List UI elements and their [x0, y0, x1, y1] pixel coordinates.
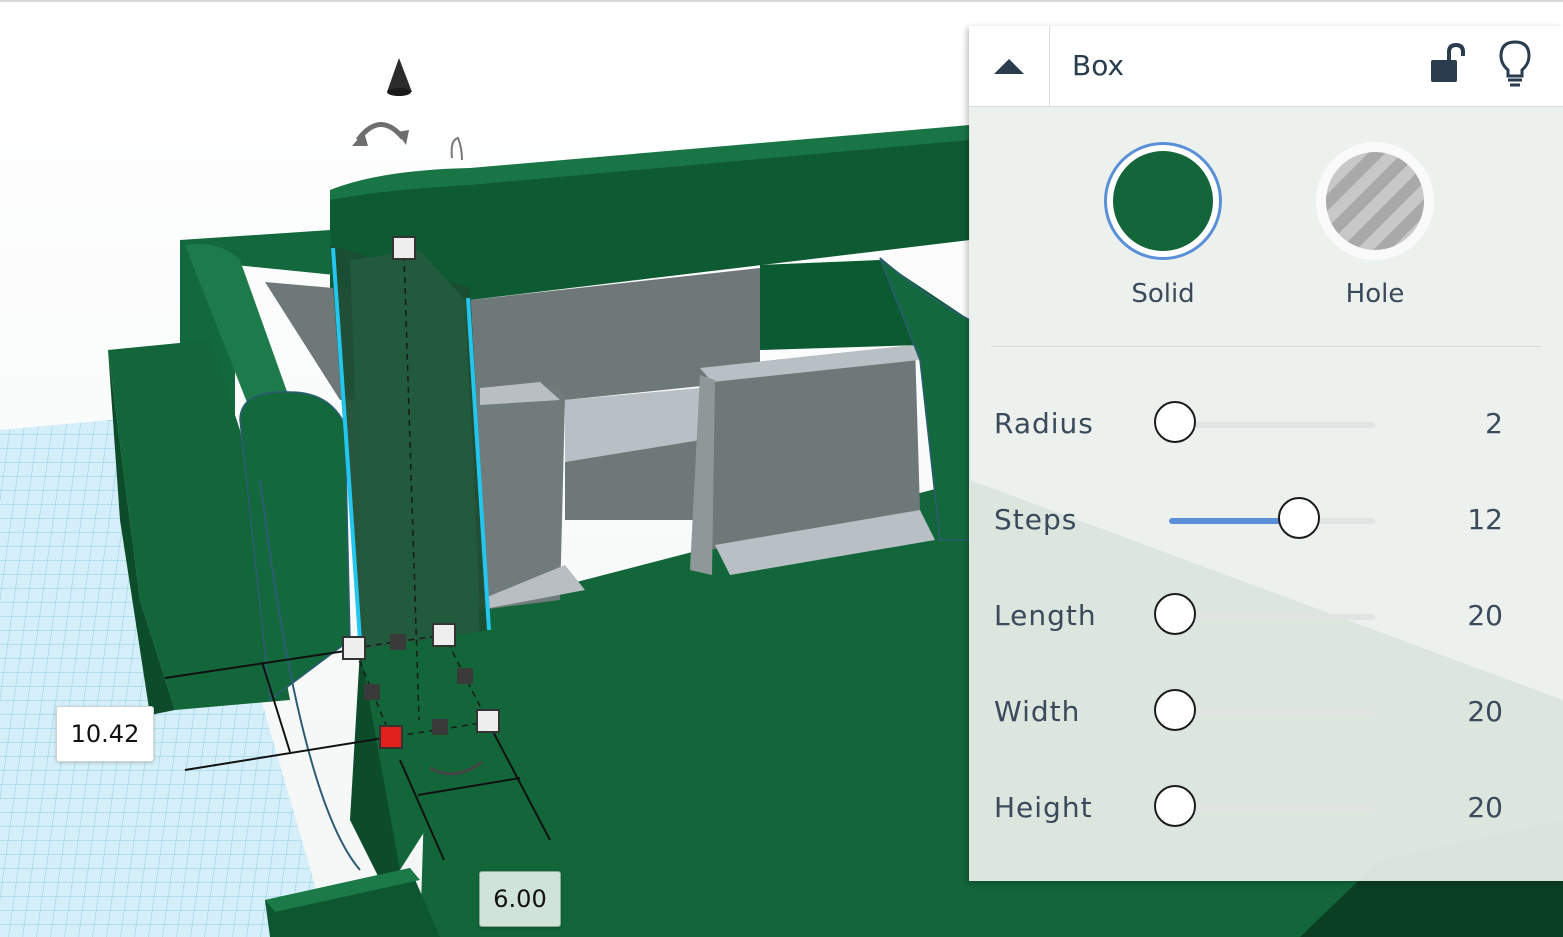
steps-slider-thumb[interactable] [1277, 497, 1320, 539]
length-slider[interactable] [1169, 614, 1375, 620]
collapse-button[interactable] [969, 26, 1050, 106]
param-row-height: Height 20 [969, 778, 1563, 838]
solid-label: Solid [1131, 279, 1195, 309]
radius-slider[interactable] [1169, 422, 1375, 428]
dimension-input-bottom[interactable]: 6.00 [479, 871, 561, 927]
width-slider-thumb[interactable] [1154, 689, 1196, 731]
radius-slider-thumb[interactable] [1154, 401, 1196, 443]
height-slider[interactable] [1169, 806, 1375, 812]
lock-button[interactable] [1427, 42, 1467, 86]
height-slider-thumb[interactable] [1154, 785, 1196, 827]
param-value-input[interactable]: 20 [1467, 586, 1503, 646]
param-label: Height [994, 791, 1093, 824]
corner-handle [432, 623, 456, 647]
param-row-steps: Steps 12 [969, 490, 1563, 550]
divider [991, 346, 1541, 347]
active-corner-handle [379, 725, 403, 749]
solid-color-swatch [1113, 151, 1213, 251]
param-label: Width [994, 695, 1081, 728]
lightbulb-icon [1499, 40, 1531, 87]
param-value-input[interactable]: 12 [1467, 490, 1503, 550]
unlock-icon [1431, 42, 1465, 82]
top-height-handle [392, 236, 416, 260]
length-slider-thumb[interactable] [1154, 593, 1196, 635]
edge-handle [364, 684, 380, 700]
param-label: Length [994, 599, 1097, 632]
hole-button[interactable] [1316, 142, 1434, 260]
param-row-radius: Radius 2 [969, 394, 1563, 454]
param-row-width: Width 20 [969, 682, 1563, 742]
corner-handle [342, 636, 366, 660]
width-slider[interactable] [1169, 710, 1375, 716]
edge-handle [457, 668, 473, 684]
param-value-input[interactable]: 20 [1467, 682, 1503, 742]
solid-color-button[interactable] [1104, 142, 1222, 260]
param-value-input[interactable]: 20 [1467, 778, 1503, 838]
shape-inspector-panel: Box Solid Hole Radius 2 Steps 12 Length … [969, 26, 1563, 881]
param-label: Radius [994, 407, 1094, 440]
chevron-up-icon [994, 59, 1024, 74]
edge-handle [390, 634, 406, 650]
steps-slider[interactable] [1169, 518, 1375, 524]
param-row-length: Length 20 [969, 586, 1563, 646]
lightbulb-button[interactable] [1495, 38, 1535, 88]
hole-label: Hole [1345, 279, 1405, 309]
hole-pattern-swatch [1326, 152, 1424, 250]
param-value-input[interactable]: 2 [1485, 394, 1503, 454]
dimension-input-left[interactable]: 10.42 [56, 706, 154, 762]
inspector-header: Box [969, 26, 1563, 107]
inspector-body: Solid Hole Radius 2 Steps 12 Length 20 W… [969, 107, 1563, 881]
corner-handle [476, 709, 500, 733]
shape-title: Box [1072, 49, 1125, 82]
param-label: Steps [994, 503, 1078, 536]
edge-handle [432, 719, 448, 735]
